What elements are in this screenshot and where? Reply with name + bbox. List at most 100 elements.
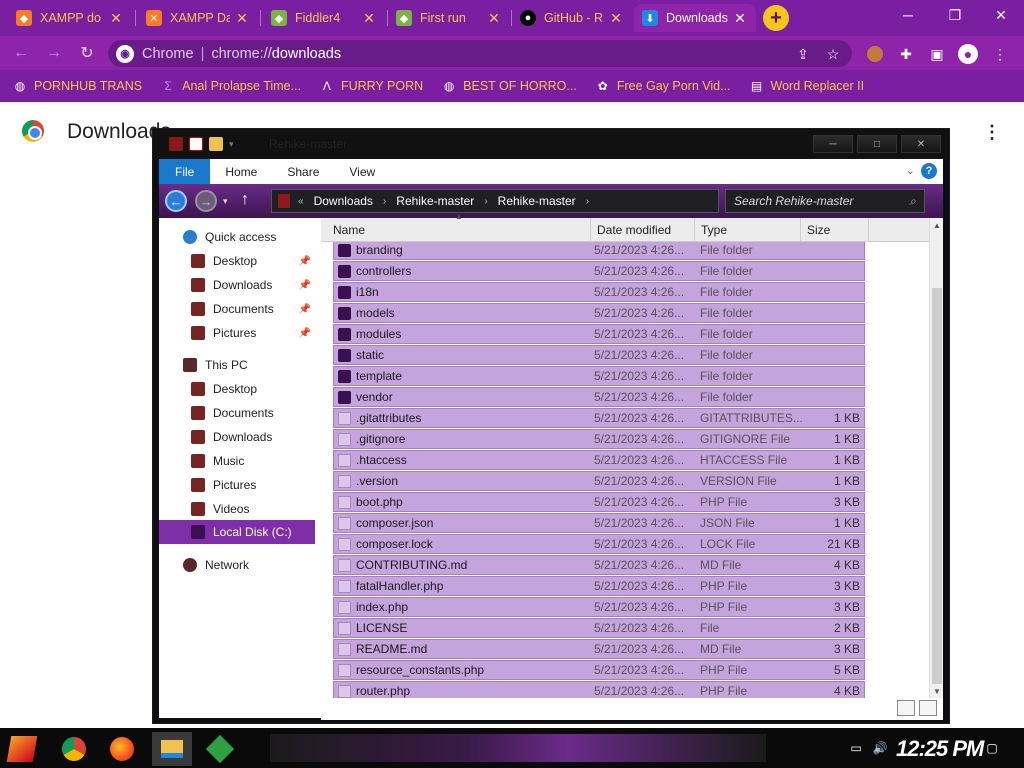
nav-this-pc[interactable]: This PC [159,354,321,376]
bookmark-item[interactable]: Σ Anal Prolapse Time... [160,78,301,94]
explorer-search-input[interactable]: Search Rehike-master ⌕ [725,189,925,213]
bookmark-item[interactable]: Λ FURRY PORN [319,78,423,94]
file-row[interactable]: vendor 5/21/2023 4:26... File folder [333,387,865,407]
nav-music[interactable]: Music [159,450,321,472]
breadcrumb-rehike-master-inner[interactable]: Rehike-master [498,194,576,208]
breadcrumb-chevron-icon[interactable]: › [383,196,386,207]
properties-icon[interactable] [189,137,203,151]
file-row[interactable]: modules 5/21/2023 4:26... File folder [333,324,865,344]
breadcrumb-downloads[interactable]: Downloads [314,194,373,208]
nav-desktop[interactable]: Desktop [159,378,321,400]
recent-locations-icon[interactable]: ▾ [223,196,228,207]
search-icon[interactable]: ⌕ [909,194,916,209]
help-icon[interactable]: ? [921,163,937,179]
file-row[interactable]: composer.json 5/21/2023 4:26... JSON File 1… [333,513,865,533]
new-tab-button[interactable]: + [763,5,789,31]
explorer-close-button[interactable]: ✕ [901,135,941,153]
side-panel-icon[interactable]: ▣ [927,44,947,64]
file-row[interactable]: controllers 5/21/2023 4:26... File folder [333,261,865,281]
start-icon[interactable] [2,732,42,766]
nav-desktop-pinned[interactable]: Desktop 📌 [159,250,321,272]
scroll-up-icon[interactable]: ▲ [930,218,944,232]
share-icon[interactable]: ⇪ [793,44,813,64]
file-row[interactable]: models 5/21/2023 4:26... File folder [333,303,865,323]
column-header-name[interactable]: Name [321,218,591,242]
explorer-maximize-button[interactable]: □ [857,135,897,153]
volume-icon[interactable]: 🔊 [872,740,888,756]
column-header-size[interactable]: Size [801,218,869,242]
file-row[interactable]: template 5/21/2023 4:26... File folder [333,366,865,386]
tab-2[interactable]: ◆ Fiddler4 ✕ [263,4,385,32]
nav-quick-access[interactable]: Quick access [159,226,321,248]
file-row[interactable]: LICENSE 5/21/2023 4:26... File 2 KB [333,618,865,638]
column-header-type[interactable]: Type [695,218,801,242]
bookmark-item[interactable]: ◍ PORNHUB TRANS [12,78,142,94]
expand-ribbon-icon[interactable]: ⌄ [906,164,915,177]
tab-3[interactable]: ◆ First run ✕ [388,4,510,32]
reload-button[interactable]: ↻ [76,42,98,64]
chrome-icon[interactable] [54,732,94,766]
explorer-forward-button[interactable]: → [195,190,217,212]
file-row[interactable]: .gitignore 5/21/2023 4:26... GITIGNORE Fil… [333,429,865,449]
taskbar-clock[interactable]: 12:25 PM [896,736,984,762]
file-row[interactable]: fatalHandler.php 5/21/2023 4:26... PHP Fil… [333,576,865,596]
nav-pictures[interactable]: Pictures [159,474,321,496]
app-icon[interactable] [200,732,240,766]
nav-downloads[interactable]: Downloads [159,426,321,448]
file-row[interactable]: .htaccess 5/21/2023 4:26... HTACCESS File 1… [333,450,865,470]
nav-network[interactable]: Network [159,554,321,576]
breadcrumb-chevron-icon[interactable]: › [484,196,487,207]
file-row[interactable]: boot.php 5/21/2023 4:26... PHP File 3 KB [333,492,865,512]
new-folder-icon[interactable] [209,137,223,151]
ribbon-tab-file[interactable]: File [159,159,211,184]
details-view-icon[interactable] [897,700,915,716]
file-row[interactable]: CONTRIBUTING.md 5/21/2023 4:26... MD File 4… [333,555,865,575]
restore-button[interactable]: ❐ [935,4,975,26]
explorer-address-bar[interactable]: « Downloads › Rehike-master › Rehike-mas… [271,189,719,213]
page-menu-icon[interactable]: ⋮ [983,122,1001,143]
scrollbar-thumb[interactable] [932,288,942,684]
bookmark-item[interactable]: ▤ Word Replacer II [749,78,864,94]
bookmark-item[interactable]: ◍ BEST OF HORRO... [441,78,577,94]
bookmark-star-icon[interactable]: ☆ [823,44,843,64]
close-window-button[interactable]: ✕ [981,4,1021,26]
address-bar[interactable]: ◉ Chrome | chrome:// downloads [108,40,852,67]
extensions-puzzle-icon[interactable]: ✚ [896,44,916,64]
scroll-down-icon[interactable]: ▼ [930,684,944,698]
tab-close-icon[interactable]: ✕ [361,10,377,27]
back-button[interactable]: ← [10,42,32,64]
forward-button[interactable]: → [43,42,65,64]
nav-local-disk[interactable]: Local Disk (C:) [159,520,315,544]
nav-documents[interactable]: Documents [159,402,321,424]
ribbon-tab-view[interactable]: View [334,159,390,184]
file-row[interactable]: router.php 5/21/2023 4:26... PHP File 4 KB [333,681,865,698]
file-row[interactable]: branding 5/21/2023 4:26... File folder [333,242,865,260]
breadcrumb-chevron-icon[interactable]: › [586,196,589,207]
nav-downloads-pinned[interactable]: Downloads 📌 [159,274,321,296]
notifications-icon[interactable]: ▢ [984,740,1000,756]
up-folder-icon[interactable]: ↑ [241,191,249,209]
file-row[interactable]: index.php 5/21/2023 4:26... PHP File 3 KB [333,597,865,617]
tab-close-icon[interactable]: ✕ [608,10,624,27]
tab-close-icon[interactable]: ✕ [486,10,502,27]
explorer-back-button[interactable]: ← [165,190,187,212]
tab-close-icon[interactable]: ✕ [732,10,748,27]
profile-avatar-icon[interactable]: ● [958,44,978,64]
file-row[interactable]: .version 5/21/2023 4:26... VERSION File 1 K… [333,471,865,491]
large-icons-view-icon[interactable] [919,700,937,716]
ribbon-tab-share[interactable]: Share [272,159,334,184]
file-row[interactable]: README.md 5/21/2023 4:26... MD File 3 KB [333,639,865,659]
tab-downloads[interactable]: ⬇ Downloads ✕ [634,4,756,32]
file-row[interactable]: composer.lock 5/21/2023 4:26... LOCK File 2… [333,534,865,554]
network-tray-icon[interactable]: ▭ [848,740,864,756]
bookmark-item[interactable]: ✿ Free Gay Porn Vid... [595,78,731,94]
tab-0[interactable]: ◆ XAMPP do ✕ [8,4,132,32]
explorer-minimize-button[interactable]: ─ [813,135,853,153]
chrome-menu-icon[interactable]: ⋮ [990,44,1010,64]
column-header-date[interactable]: Date modified [591,218,695,242]
file-explorer-icon[interactable] [152,732,192,766]
nav-documents-pinned[interactable]: Documents 📌 [159,298,321,320]
tab-4[interactable]: ● GitHub - R ✕ [512,4,632,32]
tab-1[interactable]: ✕ XAMPP Da ✕ [138,4,258,32]
customize-qa-icon[interactable]: ▾ [229,139,234,150]
